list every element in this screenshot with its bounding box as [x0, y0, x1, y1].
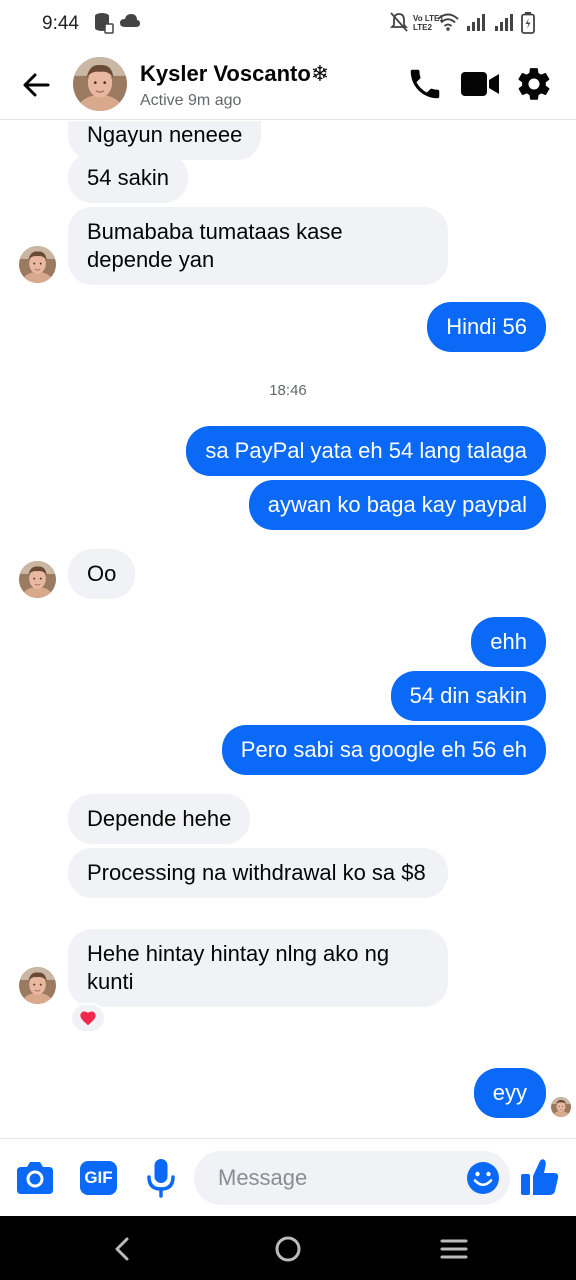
message-bubble-outgoing[interactable]: Hindi 56 [427, 302, 546, 352]
contact-avatar[interactable] [73, 57, 127, 111]
seen-indicator-avatar [551, 1097, 571, 1117]
message-bubble-incoming[interactable]: Depende hehe [68, 794, 251, 844]
nav-home-icon[interactable] [271, 1232, 305, 1266]
cloud-icon [120, 14, 140, 27]
message-bubble-outgoing[interactable]: ehh [471, 617, 546, 667]
heart-reaction[interactable] [70, 1003, 106, 1033]
gif-label: GIF [84, 1168, 113, 1187]
back-arrow-icon[interactable] [18, 66, 56, 104]
nav-back-icon[interactable] [106, 1232, 140, 1266]
message-bubble-incoming[interactable]: Hehe hintay hintay nlng ako ng kunti [68, 929, 448, 1007]
message-input-field[interactable] [194, 1151, 510, 1205]
mute-icon [390, 12, 408, 32]
message-input[interactable] [218, 1151, 458, 1205]
gif-icon[interactable]: GIF [80, 1161, 117, 1195]
system-navigation-bar [0, 1216, 576, 1280]
nav-recents-icon[interactable] [437, 1232, 471, 1266]
camera-icon[interactable] [16, 1159, 54, 1195]
microphone-icon[interactable] [146, 1158, 176, 1198]
active-status: Active 9m ago [140, 92, 242, 109]
status-time: 9:44 [42, 13, 79, 34]
message-bubble-outgoing[interactable]: Pero sabi sa google eh 56 eh [221, 725, 546, 775]
phone-icon[interactable] [406, 65, 444, 103]
message-bubble-incoming[interactable]: Oo [68, 549, 136, 599]
message-timestamp: 18:46 [269, 382, 307, 399]
contact-avatar-small [19, 561, 56, 598]
message-bubble-outgoing[interactable]: eyy [473, 1068, 546, 1118]
status-bar: 9:44 Vo LTE1 LTE2 [0, 0, 576, 50]
message-bubble-outgoing[interactable]: sa PayPal yata eh 54 lang talaga [186, 426, 546, 476]
message-bubble-incoming[interactable]: 54 sakin [68, 153, 188, 203]
conversation-header: Kysler Voscanto❄ Active 9m ago [0, 50, 576, 120]
thumbs-up-icon[interactable] [520, 1157, 560, 1197]
emoji-icon[interactable] [466, 1161, 500, 1195]
gear-icon[interactable] [515, 65, 553, 103]
message-composer: GIF [0, 1138, 576, 1216]
wifi-icon [437, 13, 459, 31]
signal-icon [467, 14, 485, 31]
message-bubble-incoming[interactable]: Processing na withdrawal ko sa $8 [68, 848, 448, 898]
message-bubble-outgoing[interactable]: 54 din sakin [390, 671, 546, 721]
battery-icon [521, 12, 535, 34]
signal-icon [495, 14, 513, 31]
contact-name[interactable]: Kysler Voscanto❄ [140, 61, 329, 87]
video-camera-icon[interactable] [460, 65, 500, 103]
message-bubble-incoming[interactable]: Bumababa tumataas kase depende yan [68, 207, 448, 285]
storage-icon [95, 13, 114, 34]
contact-avatar-small [19, 967, 56, 1004]
contact-avatar-small [19, 246, 56, 283]
heart-icon [80, 1011, 96, 1026]
message-list[interactable]: Ngayun neneee 54 sakin Bumababa tumataas… [0, 121, 576, 1137]
message-bubble-outgoing[interactable]: aywan ko baga kay paypal [248, 480, 546, 530]
